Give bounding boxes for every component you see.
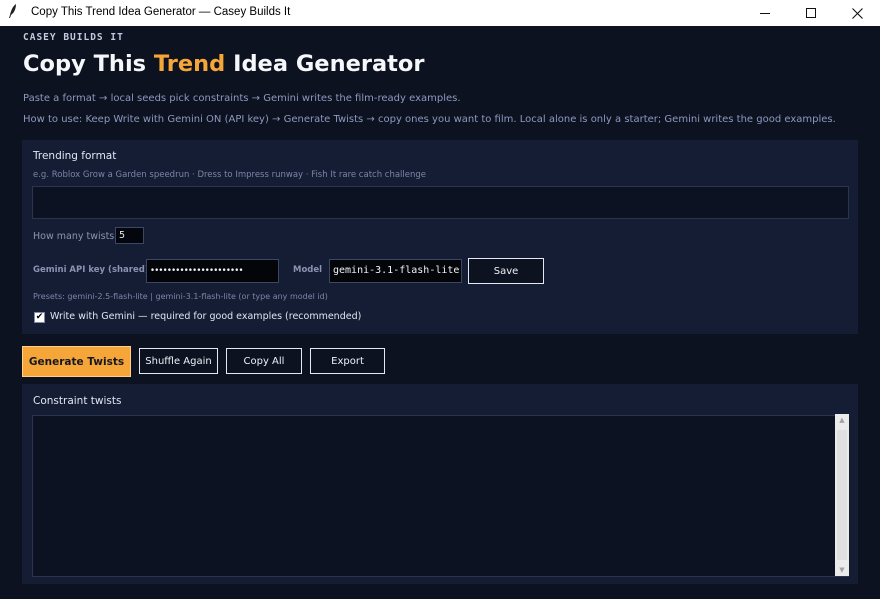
scroll-up-icon[interactable]: ▲ xyxy=(835,416,849,424)
title-accent: Trend xyxy=(153,51,226,77)
api-key-label: Gemini API key (shared) xyxy=(33,265,149,275)
scrollbar-thumb[interactable] xyxy=(837,430,847,560)
minimize-button[interactable] xyxy=(742,0,788,26)
count-label: How many twists xyxy=(33,231,115,242)
output-scrollbar[interactable]: ▲ ▼ xyxy=(835,414,849,576)
save-button[interactable]: Save xyxy=(468,258,544,284)
count-input[interactable]: 5 xyxy=(115,227,144,244)
output-textarea[interactable] xyxy=(32,415,849,577)
maximize-icon xyxy=(806,8,816,18)
model-label: Model xyxy=(293,265,323,275)
how-to-text: How to use: Keep Write with Gemini ON (A… xyxy=(23,114,836,125)
generate-button[interactable]: Generate Twists xyxy=(22,346,131,377)
format-input[interactable] xyxy=(32,186,849,219)
copy-all-button[interactable]: Copy All xyxy=(226,348,302,374)
feather-icon xyxy=(8,3,18,23)
page-title: Copy This Trend Idea Generator xyxy=(23,51,424,77)
shuffle-button[interactable]: Shuffle Again xyxy=(139,348,218,374)
minimize-icon xyxy=(760,12,770,14)
output-panel: Constraint twists ▲ ▼ xyxy=(22,384,858,584)
app-body: CASEY BUILDS IT Copy This Trend Idea Gen… xyxy=(0,26,880,599)
maximize-button[interactable] xyxy=(788,0,834,26)
window-title: Copy This Trend Idea Generator — Casey B… xyxy=(31,6,291,18)
subtitle: Paste a format → local seeds pick constr… xyxy=(23,93,461,104)
gemini-checkbox-label[interactable]: Write with Gemini — required for good ex… xyxy=(50,311,361,322)
output-label: Constraint twists xyxy=(33,395,122,407)
close-icon xyxy=(851,7,863,19)
scroll-down-icon[interactable]: ▼ xyxy=(835,566,849,574)
close-button[interactable] xyxy=(834,0,880,26)
model-input[interactable]: gemini-3.1-flash-lite xyxy=(329,259,462,283)
gemini-checkbox[interactable]: ✔ xyxy=(34,312,45,323)
title-suffix: Idea Generator xyxy=(225,51,425,77)
format-label: Trending format xyxy=(33,150,117,162)
export-button[interactable]: Export xyxy=(310,348,385,374)
format-hint: e.g. Roblox Grow a Garden speedrun · Dre… xyxy=(33,170,427,180)
presets-hint: Presets: gemini-2.5-flash-lite | gemini-… xyxy=(33,292,328,301)
input-panel: Trending format e.g. Roblox Grow a Garde… xyxy=(22,140,858,334)
window-titlebar: Copy This Trend Idea Generator — Casey B… xyxy=(0,0,880,26)
title-prefix: Copy This xyxy=(23,51,154,77)
brand-label: CASEY BUILDS IT xyxy=(23,32,124,43)
api-key-input[interactable]: •••••••••••••••••••••• xyxy=(146,259,279,283)
